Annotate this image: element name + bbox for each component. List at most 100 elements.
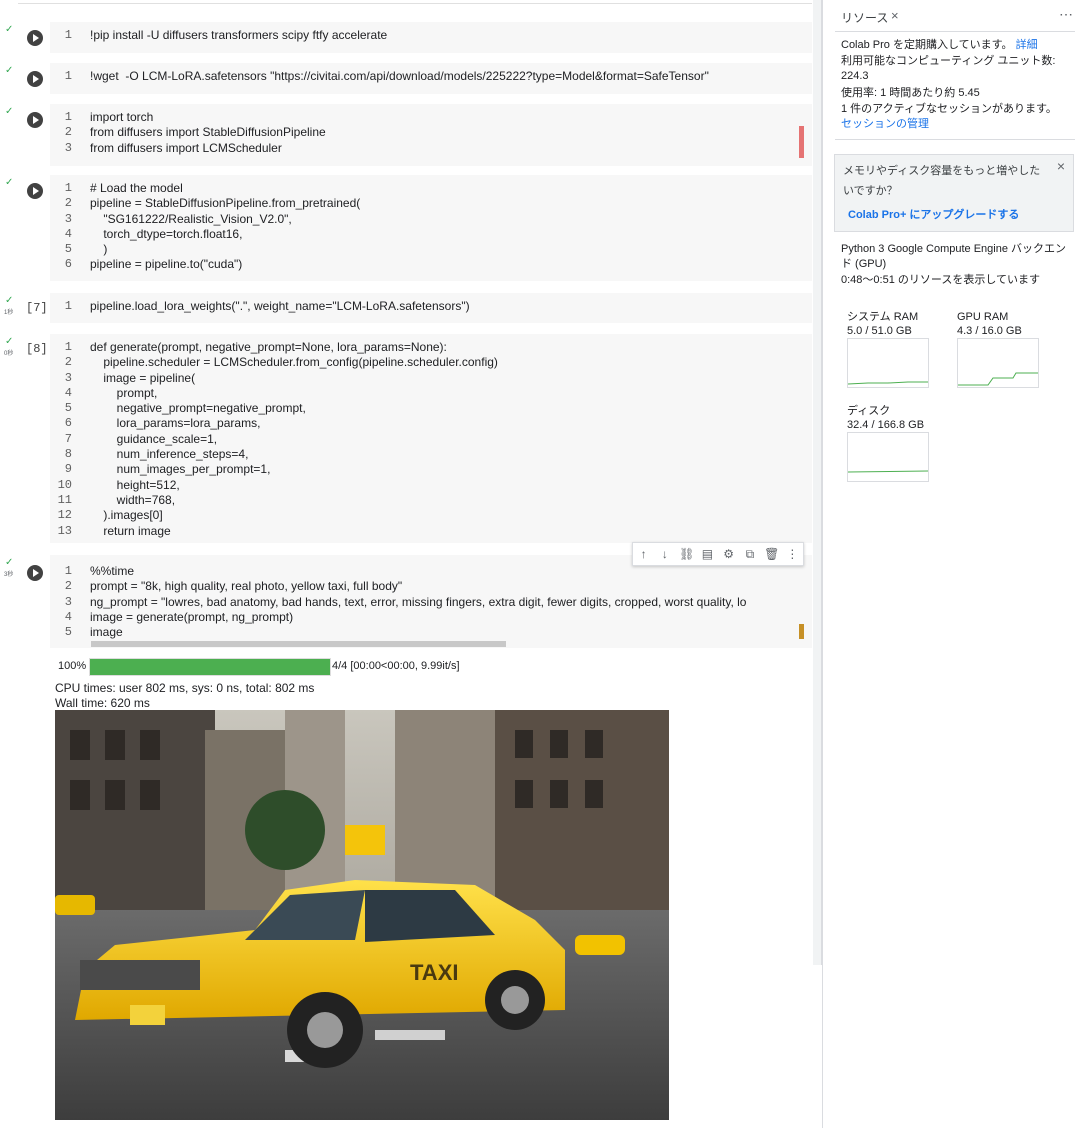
- code-line: prompt,: [90, 385, 158, 400]
- panel-divider-line: [835, 139, 1075, 140]
- code-cell-2[interactable]: ✓ 1 !wget -O LCM-LoRA.safetensors "https:…: [5, 63, 812, 94]
- run-button[interactable]: [27, 71, 43, 87]
- success-check-icon: ✓: [5, 295, 14, 306]
- run-button[interactable]: [27, 183, 43, 199]
- upgrade-text: メモリやディスク容量をもっと増やしたいですか？: [843, 165, 1041, 197]
- code-line: num_inference_steps=4,: [90, 447, 249, 462]
- move-up-icon[interactable]: ↑: [637, 547, 651, 561]
- notebook-scrollbar[interactable]: [813, 0, 822, 965]
- code-line: image = pipeline(: [90, 370, 196, 385]
- success-check-icon: ✓: [5, 557, 14, 568]
- more-options-icon[interactable]: ⋯: [1059, 6, 1073, 23]
- code-line: torch_dtype=torch.float16,: [90, 226, 243, 241]
- run-button[interactable]: [27, 565, 43, 581]
- horizontal-scrollbar[interactable]: [91, 641, 506, 647]
- code-line: from diffusers import LCMScheduler: [90, 140, 282, 155]
- progress-bar: [89, 658, 331, 676]
- upgrade-link[interactable]: Colab Pro+ にアップグレードする: [848, 206, 1019, 222]
- code-line: lora_params=lora_params,: [90, 416, 261, 431]
- code-line: from diffusers import StableDiffusionPip…: [90, 125, 326, 140]
- execution-count: [8]: [26, 342, 48, 356]
- code-line: width=768,: [90, 492, 176, 507]
- disk-value: 32.4 / 166.8 GB: [847, 419, 925, 431]
- execution-count: [7]: [26, 301, 48, 315]
- comment-icon[interactable]: ▤: [700, 547, 714, 561]
- close-icon[interactable]: ×: [1057, 158, 1065, 174]
- code-cell-5[interactable]: ✓ 1秒 [7] 1 pipeline.load_lora_weights("."…: [4, 293, 812, 323]
- gpu-ram-value: 4.3 / 16.0 GB: [957, 325, 1022, 337]
- code-line: import torch: [90, 110, 154, 124]
- code-line: ng_prompt = "lowres, bad anatomy, bad ha…: [90, 594, 747, 609]
- disk-graph: [847, 432, 929, 482]
- code-cell-7[interactable]: ✓ 3秒 1 %%time 2 prompt = "8k, high quality…: [4, 555, 812, 648]
- code-editor[interactable]: 1 # Load the model 2 pipeline = StableDiff…: [50, 181, 812, 273]
- code-line: pipeline = pipeline.to("cuda"): [90, 257, 243, 272]
- success-check-icon: ✓: [5, 24, 14, 35]
- code-line: pipeline = StableDiffusionPipeline.from_…: [90, 196, 361, 211]
- taxi-text: TAXI: [410, 960, 458, 985]
- success-check-icon: ✓: [5, 106, 14, 117]
- manage-sessions-link[interactable]: セッションの管理: [841, 117, 929, 132]
- resources-panel: リソース × ⋯ Colab Pro を定期購入しています。 詳細 利用可能なコ…: [823, 0, 1077, 1128]
- code-line: pipeline.scheduler = LCMScheduler.from_c…: [90, 355, 498, 370]
- code-editor[interactable]: 1 pipeline.load_lora_weights(".", weight_…: [50, 299, 812, 314]
- code-line: num_images_per_prompt=1,: [90, 462, 271, 477]
- code-line: image: [90, 625, 123, 640]
- code-line: def generate(prompt, negative_prompt=Non…: [90, 340, 447, 354]
- wall-time: Wall time: 620 ms: [55, 696, 150, 710]
- gpu-ram-graph: [957, 338, 1039, 388]
- upgrade-banner: × メモリやディスク容量をもっと増やしたいですか？ Colab Pro+ にアッ…: [834, 154, 1074, 232]
- move-down-icon[interactable]: ↓: [658, 547, 672, 561]
- tab-resources[interactable]: リソース: [841, 9, 888, 26]
- code-line: %%time: [90, 564, 135, 578]
- code-line: "SG161222/Realistic_Vision_V2.0",: [90, 211, 292, 226]
- code-line: !pip install -U diffusers transformers s…: [90, 28, 388, 42]
- code-line: !wget -O LCM-LoRA.safetensors "https://c…: [90, 69, 709, 83]
- success-check-icon: ✓: [5, 65, 14, 76]
- units-value: 224.3: [841, 70, 869, 82]
- more-options-icon[interactable]: ⋮: [785, 547, 799, 561]
- exec-duration: 3秒: [4, 572, 14, 578]
- time-range: 0:48〜0:51 のリソースを表示しています: [841, 274, 1040, 286]
- code-editor[interactable]: 1 import torch 2 from diffusers import Sta…: [50, 110, 812, 156]
- run-button[interactable]: [27, 112, 43, 128]
- code-line: negative_prompt=negative_prompt,: [90, 401, 306, 416]
- close-icon[interactable]: ×: [891, 8, 899, 23]
- code-line: ).images[0]: [90, 508, 163, 523]
- code-line: ): [90, 242, 108, 257]
- run-button[interactable]: [27, 30, 43, 46]
- code-cell-3[interactable]: ✓ 1 import torch 2 from diffusers import S…: [5, 104, 812, 166]
- code-cell-6[interactable]: ✓ 0秒 [8] 1 def generate(prompt, negative_…: [4, 334, 812, 543]
- delete-icon[interactable]: 🗑: [764, 547, 779, 561]
- success-check-icon: ✓: [5, 177, 14, 188]
- details-link[interactable]: 詳細: [1016, 39, 1038, 51]
- code-editor[interactable]: 1 def generate(prompt, negative_prompt=No…: [50, 340, 812, 539]
- error-marker: [799, 126, 804, 158]
- code-line: # Load the model: [90, 181, 183, 195]
- active-sessions: 1 件のアクティブなセッションがあります。: [841, 103, 1057, 115]
- cell-toolbar: ↑ ↓ ⛓ ▤ ⚙ ⧉ 🗑 ⋮: [632, 542, 804, 566]
- code-cell-4[interactable]: ✓ 1 # Load the model 2 pipeline = StableDi…: [5, 175, 812, 281]
- generated-image: TAXI: [55, 710, 669, 1120]
- subscription-info: Colab Pro を定期購入しています。 詳細: [841, 38, 1038, 53]
- success-check-icon: ✓: [5, 336, 14, 347]
- exec-duration: 0秒: [4, 351, 14, 357]
- system-ram-graph: [847, 338, 929, 388]
- code-editor[interactable]: 1 %%time 2 prompt = "8k, high quality, rea…: [50, 564, 812, 640]
- usage-rate: 使用率: 1 時間あたり約 5.45: [841, 87, 980, 99]
- link-icon[interactable]: ⛓: [679, 547, 694, 561]
- notebook-top-border: [18, 3, 812, 4]
- settings-icon[interactable]: ⚙: [722, 547, 736, 561]
- gpu-ram-label: GPU RAM: [957, 311, 1009, 323]
- exec-duration: 1秒: [4, 310, 14, 316]
- system-ram-label: システム RAM: [847, 311, 919, 323]
- code-editor[interactable]: 1 !wget -O LCM-LoRA.safetensors "https://…: [50, 69, 812, 84]
- code-cell-1[interactable]: ✓ 1 !pip install -U diffusers transformer…: [5, 22, 812, 53]
- code-editor[interactable]: 1 !pip install -U diffusers transformers …: [50, 28, 812, 43]
- progress-percent: 100%: [58, 660, 87, 672]
- cpu-times: CPU times: user 802 ms, sys: 0 ns, total…: [55, 681, 315, 695]
- subscription-text: Colab Pro を定期購入しています。: [841, 39, 1013, 51]
- code-line: prompt = "8k, high quality, real photo, …: [90, 579, 403, 594]
- panel-divider-line: [835, 31, 1075, 32]
- mirror-cell-icon[interactable]: ⧉: [743, 547, 757, 562]
